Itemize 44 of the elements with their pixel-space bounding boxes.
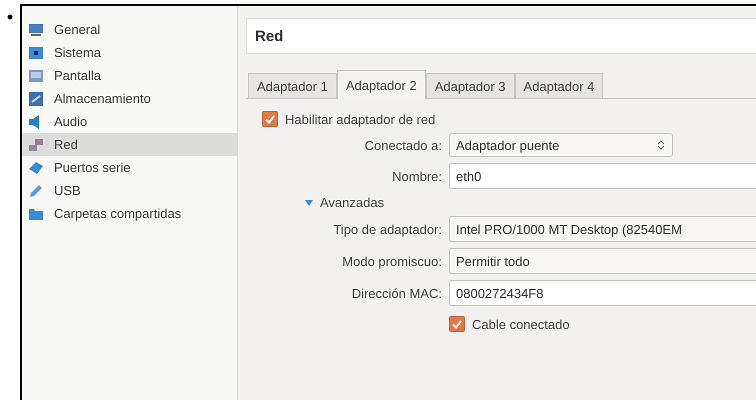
checkbox[interactable] [262, 111, 278, 127]
bullet: • [6, 6, 14, 26]
field-label: Conectado a: [364, 138, 442, 152]
sidebar-item[interactable]: USB [22, 179, 237, 202]
monitor-icon [28, 22, 44, 36]
checkbox-label: Cable conectado [472, 316, 570, 332]
triangle-icon [304, 198, 314, 206]
sidebar-item[interactable]: Pantalla [22, 64, 237, 87]
tab[interactable]: Adaptador 4 [514, 73, 604, 98]
input-field[interactable]: eth0 [449, 163, 756, 189]
field-label: Nombre: [391, 168, 442, 184]
sidebar-item[interactable]: Sistema [22, 41, 237, 64]
serial-port-icon [28, 160, 44, 174]
sidebar-item[interactable]: General [22, 18, 237, 41]
chip-icon [28, 46, 44, 60]
dropdown[interactable]: Permitir todo [449, 248, 756, 274]
field-label: Dirección MAC: [350, 286, 442, 300]
field-label: Modo promiscuo: [341, 254, 442, 268]
cable-checkbox[interactable]: Cable conectado [449, 316, 756, 332]
enable-checkbox[interactable]: Habilitar adaptador de red [262, 111, 756, 127]
folder-icon [28, 206, 44, 220]
tab[interactable]: Adaptador 1 [248, 73, 337, 98]
checkbox-label: Habilitar adaptador de red [285, 112, 436, 126]
sidebar-item[interactable]: Carpetas compartidas [22, 202, 237, 225]
field-label: Tipo de adaptador: [332, 222, 442, 236]
spinner-arrows-icon [658, 140, 664, 150]
checkbox[interactable] [449, 316, 465, 332]
input-field[interactable]: 0800272434F8 [449, 280, 756, 306]
section-title: Red [246, 18, 756, 54]
tab[interactable]: Adaptador 2 [336, 70, 426, 99]
sidebar-item[interactable]: Almacenamiento [22, 87, 237, 110]
sidebar-item[interactable]: Red [22, 133, 237, 156]
sidebar-item[interactable]: Puertos serie [22, 156, 237, 179]
disk-icon [28, 92, 44, 106]
sidebar-item[interactable]: Audio [22, 110, 237, 133]
advanced-toggle[interactable]: Avanzadas [262, 195, 756, 210]
network-icon [28, 138, 44, 152]
checkmark-icon [452, 320, 462, 328]
dropdown[interactable]: Intel PRO/1000 MT Desktop (82540EM [449, 216, 756, 242]
dropdown[interactable]: Adaptador puente [449, 133, 673, 157]
pen-icon [28, 184, 44, 198]
display-icon [28, 68, 44, 82]
tab[interactable]: Adaptador 3 [426, 73, 515, 98]
checkmark-icon [265, 114, 275, 124]
